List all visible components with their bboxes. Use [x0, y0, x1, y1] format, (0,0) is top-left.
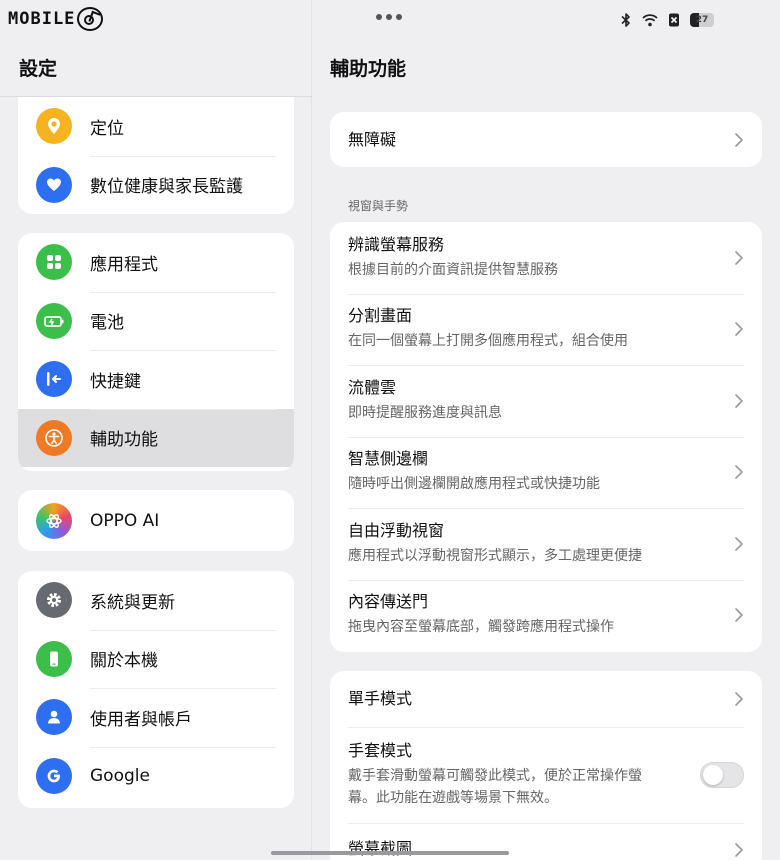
sidebar-title: 設定 [19, 58, 58, 80]
item-subtitle: 應用程式以浮動視窗形式顯示，多工處理更便捷 [348, 547, 642, 564]
accessibility-card: 無障礙 [330, 112, 762, 167]
glove-mode-item: 手套模式戴手套滑動螢幕可觸發此模式，便於正常操作螢幕。此功能在遊戲等場景下無效。 [330, 727, 762, 823]
sidebar-group: 應用程式 電池 快捷鍵 輔助功能 [18, 233, 294, 471]
chevron-right-icon [735, 608, 743, 623]
chevron-right-icon [735, 393, 743, 408]
sidebar-item-oppo-ai[interactable]: OPPO AI [18, 490, 294, 551]
chevron-right-icon [735, 250, 743, 265]
item-subtitle: 隨時呼出側邊欄開啟應用程式或快捷功能 [348, 476, 600, 493]
item-title: 無障礙 [348, 129, 397, 149]
accessibility-icon [36, 419, 72, 456]
mode-card: 單手模式 手套模式戴手套滑動螢幕可觸發此模式，便於正常操作螢幕。此功能在遊戲等場… [330, 671, 762, 860]
no-sim-icon [669, 13, 679, 27]
sidebar-item-google[interactable]: Google [18, 746, 294, 806]
sidebar-item-label: 應用程式 [90, 254, 158, 275]
settings-sidebar: 設定 定位 數位健康與家長監護 應用程式 電池 快捷鍵 輔助功能 OPPO AI… [0, 0, 312, 860]
screen-recognition-item[interactable]: 辨識螢幕服務根據目前的介面資訊提供智慧服務 [330, 222, 762, 294]
item-subtitle: 拖曳內容至螢幕底部，觸發跨應用程式操作 [348, 619, 614, 636]
item-title: 單手模式 [348, 689, 413, 708]
smart-sidebar-item[interactable]: 智慧側邊欄隨時呼出側邊欄開啟應用程式或快捷功能 [330, 436, 762, 509]
item-subtitle: 根據目前的介面資訊提供智慧服務 [348, 261, 558, 278]
chevron-right-icon [735, 843, 743, 857]
floating-window-item[interactable]: 自由浮動視窗應用程式以浮動視窗形式顯示，多工處理更便捷 [330, 508, 762, 580]
heart-hand-icon [36, 166, 72, 203]
item-title: 流體雲 [348, 377, 397, 397]
split-screen-item[interactable]: 分割畫面在同一個螢幕上打開多個應用程式，組合使用 [330, 293, 762, 366]
sidebar-group: OPPO AI [18, 490, 294, 551]
item-title: 分割畫面 [348, 306, 413, 326]
item-subtitle: 戴手套滑動螢幕可觸發此模式，便於正常操作螢幕。此功能在遊戲等場景下無效。 [348, 768, 642, 806]
fluid-cloud-item[interactable]: 流體雲即時提醒服務進度與訊息 [330, 365, 762, 437]
user-icon [36, 699, 72, 736]
sidebar-group: 系統與更新 關於本機 使用者與帳戶 Google [18, 571, 294, 808]
status-icons: 27 [618, 12, 714, 28]
google-icon [36, 757, 72, 794]
sidebar-item-label: 電池 [90, 313, 124, 334]
sidebar-item-apps[interactable]: 應用程式 [18, 233, 294, 292]
one-hand-mode-item[interactable]: 單手模式 [330, 671, 762, 727]
oppo-ai-icon [36, 502, 72, 539]
glove-mode-toggle[interactable] [700, 762, 744, 788]
sidebar-item-battery[interactable]: 電池 [18, 291, 294, 351]
wifi-icon [642, 14, 658, 27]
window-gesture-card: 辨識螢幕服務根據目前的介面資訊提供智慧服務 分割畫面在同一個螢幕上打開多個應用程… [330, 222, 762, 652]
phone-icon [36, 640, 72, 677]
sidebar-item-accessibility[interactable]: 輔助功能 [18, 408, 294, 467]
home-indicator[interactable] [271, 851, 509, 855]
gear-icon [36, 582, 72, 619]
item-subtitle: 在同一個螢幕上打開多個應用程式，組合使用 [348, 333, 628, 350]
sidebar-group: 定位 數位健康與家長監護 [18, 97, 294, 214]
sidebar-item-system-update[interactable]: 系統與更新 [18, 571, 294, 630]
chevron-right-icon [735, 692, 743, 706]
shortcut-icon [36, 361, 72, 398]
chevron-right-icon [735, 322, 743, 337]
item-title: 辨識螢幕服務 [348, 234, 445, 254]
item-title: 螢幕截圖 [348, 839, 413, 858]
battery-icon [36, 302, 72, 339]
item-title: 自由浮動視窗 [348, 520, 445, 540]
sidebar-item-label: OPPO AI [90, 510, 160, 531]
sidebar-item-label: 定位 [90, 118, 124, 139]
sidebar-item-label: 系統與更新 [90, 592, 175, 613]
sidebar-item-digital-wellbeing[interactable]: 數位健康與家長監護 [18, 155, 294, 215]
item-title: 手套模式 [348, 741, 413, 760]
item-subtitle: 即時提醒服務進度與訊息 [348, 404, 502, 421]
section-label: 視窗與手勢 [348, 199, 409, 213]
battery-indicator: 27 [690, 13, 714, 27]
battery-level: 27 [695, 15, 709, 25]
bluetooth-icon [621, 13, 630, 27]
item-title: 智慧側邊欄 [348, 449, 429, 469]
item-title: 內容傳送門 [348, 592, 429, 612]
chevron-right-icon [735, 536, 743, 551]
sidebar-item-about-device[interactable]: 關於本機 [18, 629, 294, 689]
content-portal-item[interactable]: 內容傳送門拖曳內容至螢幕底部，觸發跨應用程式操作 [330, 579, 762, 652]
apps-grid-icon [36, 244, 72, 281]
chevron-right-icon [735, 132, 743, 147]
sidebar-item-label: 輔助功能 [90, 430, 158, 451]
multitask-dots-icon[interactable] [376, 14, 402, 20]
sidebar-item-shortcuts[interactable]: 快捷鍵 [18, 350, 294, 409]
chevron-right-icon [735, 465, 743, 480]
sidebar-item-label: 數位健康與家長監護 [90, 177, 243, 198]
location-pin-icon [36, 108, 72, 145]
accessibility-item[interactable]: 無障礙 [330, 112, 762, 167]
sidebar-item-label: 快捷鍵 [90, 371, 141, 392]
sidebar-item-location[interactable]: 定位 [18, 97, 294, 156]
sidebar-item-label: 使用者與帳戶 [90, 709, 192, 730]
sidebar-item-users-accounts[interactable]: 使用者與帳戶 [18, 688, 294, 747]
sidebar-item-label: Google [90, 765, 150, 786]
sidebar-item-label: 關於本機 [90, 651, 158, 672]
page-title: 輔助功能 [330, 58, 407, 80]
